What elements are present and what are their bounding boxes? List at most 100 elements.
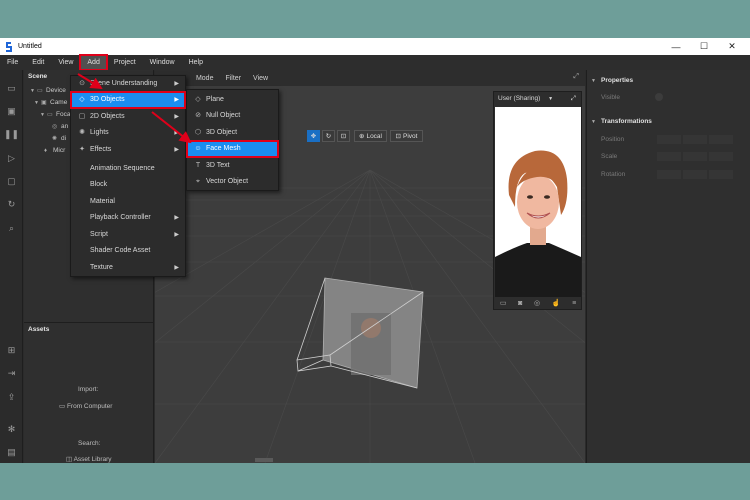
plane-icon: ◇ [195, 96, 201, 103]
chevron-right-icon: ▶ [174, 114, 179, 120]
scale-x-field[interactable] [657, 152, 681, 161]
rotation-y-field[interactable] [683, 170, 707, 179]
search-icon[interactable]: ⌕ [5, 222, 18, 235]
scale-z-field[interactable] [709, 152, 733, 161]
menu-item-face-mesh[interactable]: ☺ Face Mesh [186, 140, 279, 158]
asset-library-link[interactable]: ◫ Asset Library [66, 455, 112, 463]
menu-item-null-object[interactable]: ⊘ Null Object [187, 108, 278, 124]
video-icon[interactable]: ▭ [500, 299, 507, 307]
tree-item-ambient[interactable]: ◎ an [52, 121, 68, 133]
notification-icon[interactable]: ▤ [5, 446, 18, 459]
tree-item-device[interactable]: ▼ ▭ Device [30, 85, 66, 97]
scale-tool-icon[interactable]: ⊡ [337, 130, 350, 142]
menu-item-lights[interactable]: ✺ Lights ▶ [71, 125, 185, 141]
position-z-field[interactable] [709, 135, 733, 144]
menu-item-3d-object[interactable]: ⬡ 3D Object [187, 125, 278, 141]
chevron-right-icon: ▶ [174, 215, 179, 221]
title-bar: Untitled — ☐ ✕ [0, 38, 750, 55]
screenshot-icon[interactable]: ◙ [518, 300, 522, 307]
cube-icon: ◇ [79, 96, 85, 103]
viewport-toolbar: t Mode Filter View ⤢ [155, 70, 585, 86]
expand-preview-icon[interactable]: ⤢ [571, 92, 576, 106]
library-icon: ◫ [66, 456, 74, 463]
chevron-right-icon: ▶ [174, 265, 179, 271]
menu-item-3d-objects[interactable]: ◇ 3D Objects ▶ [70, 91, 186, 109]
preview-header: User (Sharing) ▼ ⤢ [494, 92, 581, 106]
scene-understanding-icon: ⊙ [79, 80, 85, 87]
background-border [0, 463, 750, 500]
menu-add[interactable]: Add [79, 54, 108, 71]
menu-item-2d-objects[interactable]: ▢ 2D Objects ▶ [71, 109, 185, 125]
menu-item-animation-sequence[interactable]: Animation Sequence [71, 161, 185, 177]
menu-view[interactable]: View [51, 55, 80, 70]
expand-icon[interactable]: ⤢ [573, 73, 579, 81]
text-icon: T [195, 162, 201, 169]
collapse-icon[interactable]: ▼ [591, 78, 596, 84]
folder-icon: ▭ [59, 403, 67, 410]
scale-label: Scale [601, 153, 618, 160]
login-icon[interactable]: ⇥ [5, 367, 18, 380]
tree-item-microphone[interactable]: ♦ Micr [44, 145, 65, 157]
menu-item-vector-object[interactable]: ⌖ Vector Object [187, 174, 278, 190]
menu-item-scene-understanding[interactable]: ⊙ Scene Understanding ▶ [71, 76, 185, 92]
menu-item-block[interactable]: Block [71, 177, 185, 193]
pause-icon[interactable]: ❚❚ [4, 128, 19, 141]
menu-file[interactable]: File [0, 55, 25, 70]
rotation-z-field[interactable] [709, 170, 733, 179]
face-mesh-icon: ☺ [194, 145, 202, 152]
local-toggle[interactable]: ⊕ Local [354, 130, 387, 142]
menu-item-effects[interactable]: ✦ Effects ▶ [71, 142, 185, 158]
import-icon[interactable]: ⊞ [5, 344, 18, 357]
window-title: Untitled [18, 43, 42, 50]
menu-help[interactable]: Help [182, 55, 210, 70]
move-tool-icon[interactable]: ✥ [307, 130, 320, 142]
rotation-x-field[interactable] [657, 170, 681, 179]
device-selector[interactable]: User (Sharing) [498, 95, 540, 102]
menu-item-shader-code-asset[interactable]: Shader Code Asset [71, 243, 185, 259]
vector-object-icon: ⌖ [196, 178, 200, 185]
close-button[interactable]: ✕ [718, 38, 746, 55]
chevron-right-icon: ▶ [174, 81, 179, 87]
upload-icon[interactable]: ⇪ [5, 391, 18, 404]
menu-item-playback-controller[interactable]: Playback Controller ▶ [71, 210, 185, 226]
left-toolbar: ▭ ▣ ❚❚ ▷ ▢ ↻ ⌕ ⊞ ⇥ ⇪ ✻ ▤ [0, 70, 23, 463]
assets-panel: Assets Import: ▭ From Computer Search: ◫… [24, 322, 154, 463]
camera-icon[interactable]: ▣ [5, 105, 18, 118]
layout-icon[interactable]: ▭ [5, 82, 18, 95]
menu-edit[interactable]: Edit [25, 55, 51, 70]
chevron-down-icon[interactable]: ▼ [548, 96, 553, 102]
position-y-field[interactable] [683, 135, 707, 144]
menu-project[interactable]: Project [107, 55, 143, 70]
bug-icon[interactable]: ✻ [5, 423, 18, 436]
touch-icon[interactable]: ☝ [552, 299, 561, 307]
tree-item-focal[interactable]: ▼ ▭ Foca [40, 109, 70, 121]
pivot-icon: ⊡ [395, 133, 401, 140]
filter-menu[interactable]: Filter [219, 75, 247, 82]
menu-item-texture[interactable]: Texture ▶ [71, 260, 185, 276]
play-icon[interactable]: ▷ [5, 152, 18, 165]
from-computer-link[interactable]: ▭ From Computer [59, 402, 112, 410]
device-icon[interactable]: ▢ [5, 175, 18, 188]
collapse-icon[interactable]: ▼ [591, 119, 596, 125]
minimize-button[interactable]: — [662, 38, 690, 55]
menu-item-3d-text[interactable]: T 3D Text [187, 158, 278, 174]
pivot-toggle[interactable]: ⊡ Pivot [390, 130, 423, 142]
position-x-field[interactable] [657, 135, 681, 144]
light-icon: ✺ [79, 129, 85, 136]
tree-item-camera[interactable]: ▼ ▣ Came [34, 97, 67, 109]
rotate-tool-icon[interactable]: ↻ [322, 130, 335, 142]
app-logo-icon [6, 41, 12, 52]
3d-objects-submenu: ◇ Plane ⊘ Null Object ⬡ 3D Object ☺ Face Mes… [186, 89, 279, 191]
visible-checkbox[interactable] [655, 93, 663, 101]
menu-icon[interactable]: ≡ [572, 300, 576, 307]
menu-item-script[interactable]: Script ▶ [71, 227, 185, 243]
camera-switch-icon[interactable]: ◎ [534, 299, 540, 307]
menu-item-plane[interactable]: ◇ Plane [187, 92, 278, 108]
tree-item-directional[interactable]: ✺ di [52, 133, 66, 145]
menu-item-material[interactable]: Material [71, 194, 185, 210]
scale-y-field[interactable] [683, 152, 707, 161]
maximize-button[interactable]: ☐ [690, 38, 718, 55]
view-menu[interactable]: View [247, 75, 274, 82]
refresh-icon[interactable]: ↻ [5, 198, 18, 211]
menu-window[interactable]: Window [143, 55, 182, 70]
